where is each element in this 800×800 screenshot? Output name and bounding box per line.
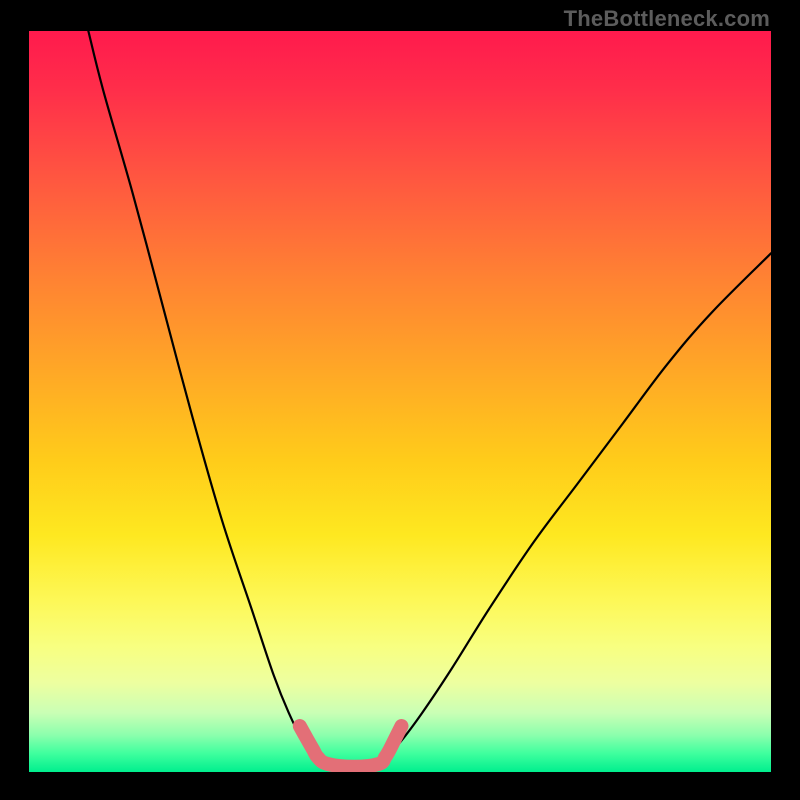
series-bottleneck-curve-left — [88, 31, 314, 757]
watermark-text: TheBottleneck.com — [564, 6, 770, 32]
chart-frame: TheBottleneck.com — [0, 0, 800, 800]
plot-area — [29, 31, 771, 772]
series-optimal-zone-marker — [300, 726, 402, 767]
curves-layer — [29, 31, 771, 772]
series-bottleneck-curve-right — [385, 253, 771, 757]
